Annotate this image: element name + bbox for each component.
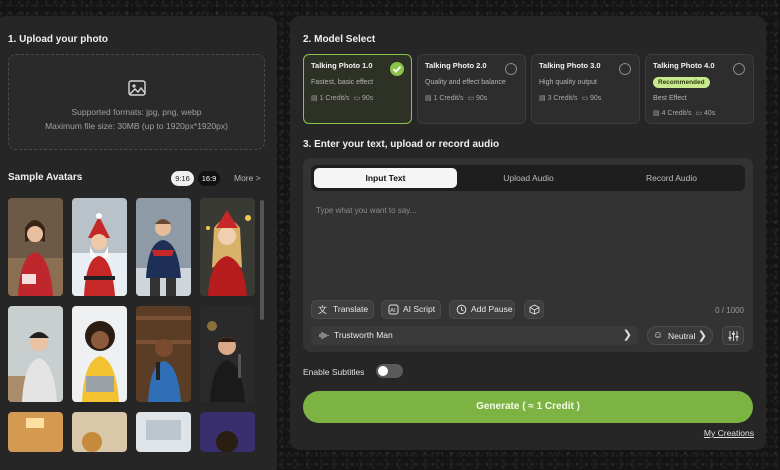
radio-button[interactable] <box>619 63 631 75</box>
svg-text:文: 文 <box>318 304 327 315</box>
avatar-scrollbar[interactable] <box>260 200 264 320</box>
upload-title: 1. Upload your photo <box>8 34 108 45</box>
my-creations-link[interactable]: My Creations <box>704 428 754 438</box>
subtitles-label: Enable Subtitles <box>303 367 365 377</box>
svg-text:AI: AI <box>390 308 396 314</box>
avatar-thumbnail[interactable] <box>8 412 63 452</box>
text-input-area: Input Text Upload Audio Record Audio Typ… <box>303 158 753 352</box>
video-icon: ▭ <box>353 95 361 102</box>
toggle-knob <box>378 366 388 376</box>
model-meta: ▤ 4 Credit/s ▭ 40s <box>653 109 715 117</box>
voice-settings-button[interactable] <box>722 326 744 345</box>
waveform-icon <box>319 332 329 339</box>
add-pause-label: Add Pause <box>471 304 513 314</box>
recommended-badge: Recommended <box>653 77 710 88</box>
avatar-thumbnail[interactable] <box>72 412 127 452</box>
more-avatars-link[interactable]: More > <box>234 173 261 183</box>
generate-button[interactable]: Generate ( ≈ 1 Credit ) <box>303 391 753 423</box>
ai-script-label: AI Script <box>403 304 436 314</box>
model-card-talking-photo-1[interactable]: Talking Photo 1.0 Fastest, basic effect … <box>303 54 412 124</box>
emotion-name: Neutral <box>668 331 696 341</box>
radio-button[interactable] <box>505 63 517 75</box>
model-credit: 3 Credit/s <box>547 95 578 102</box>
avatar-thumbnail[interactable] <box>136 412 191 452</box>
credit-icon: ▤ <box>653 110 660 117</box>
ratio-9-16-toggle[interactable]: 9:16 <box>171 171 194 186</box>
tab-upload-audio[interactable]: Upload Audio <box>457 168 600 188</box>
add-pause-button[interactable]: Add Pause <box>449 300 515 319</box>
video-icon: ▭ <box>581 95 589 102</box>
audio-section-title: 3. Enter your text, upload or record aud… <box>303 139 500 150</box>
ai-script-button[interactable]: AI AI Script <box>381 300 441 319</box>
upload-panel: 1. Upload your photo Supported formats: … <box>0 16 277 470</box>
model-meta: ▤ 3 Credit/s ▭ 90s <box>539 94 601 102</box>
audio-tabs: Input Text Upload Audio Record Audio <box>311 165 745 191</box>
character-counter: 0 / 1000 <box>715 306 744 315</box>
ratio-16-9-toggle[interactable]: 16:9 <box>198 171 220 186</box>
avatar-thumbnail[interactable] <box>8 198 63 296</box>
avatar-thumbnail[interactable] <box>72 198 127 296</box>
model-description: High quality output <box>539 79 597 86</box>
settings-panel: 2. Model Select Talking Photo 1.0 Fastes… <box>290 16 766 450</box>
subtitles-toggle[interactable] <box>376 364 403 378</box>
avatar-thumbnail[interactable] <box>136 306 191 402</box>
model-card-talking-photo-4[interactable]: Talking Photo 4.0 Recommended Best Effec… <box>645 54 754 124</box>
model-card-talking-photo-2[interactable]: Talking Photo 2.0 Quality and effect bal… <box>417 54 526 124</box>
chevron-right-icon: ❯ <box>622 329 632 341</box>
cube-button[interactable] <box>524 300 544 319</box>
model-select-title: 2. Model Select <box>303 34 376 45</box>
image-icon <box>128 80 146 96</box>
model-description: Quality and effect balance <box>425 79 506 86</box>
model-duration: 90s <box>362 95 374 102</box>
cube-icon <box>529 304 540 315</box>
model-duration: 90s <box>476 95 488 102</box>
avatar-thumbnail[interactable] <box>8 306 63 402</box>
smile-icon: ☺ <box>653 330 664 341</box>
upload-max-size: Maximum file size: 30MB (up to 1920px*19… <box>45 121 228 131</box>
avatar-thumbnail[interactable] <box>200 412 255 452</box>
check-icon <box>390 62 404 76</box>
model-name: Talking Photo 2.0 <box>425 61 487 70</box>
model-name: Talking Photo 1.0 <box>311 61 373 70</box>
model-meta: ▤ 1 Credit/s ▭ 90s <box>311 94 373 102</box>
credit-icon: ▤ <box>425 95 432 102</box>
model-name: Talking Photo 3.0 <box>539 61 601 70</box>
avatar-thumbnail[interactable] <box>200 198 255 296</box>
upload-dropzone[interactable]: Supported formats: jpg, png, webp Maximu… <box>8 54 265 150</box>
tab-record-audio[interactable]: Record Audio <box>600 168 743 188</box>
model-name: Talking Photo 4.0 <box>653 61 715 70</box>
translate-label: Translate <box>333 304 369 314</box>
video-icon: ▭ <box>695 110 703 117</box>
tab-input-text[interactable]: Input Text <box>314 168 457 188</box>
translate-icon: 文 <box>318 304 327 315</box>
upload-formats: Supported formats: jpg, png, webp <box>71 107 202 117</box>
model-credit: 1 Credit/s <box>319 95 350 102</box>
model-duration: 90s <box>590 95 602 102</box>
clock-icon <box>456 304 467 315</box>
avatar-thumbnail[interactable] <box>200 306 255 402</box>
voice-name: Trustworth Man <box>334 330 393 340</box>
avatar-thumbnail[interactable] <box>72 306 127 402</box>
model-duration: 40s <box>704 110 716 117</box>
emotion-select[interactable]: ☺ Neutral ❯ <box>647 326 713 345</box>
model-description: Fastest, basic effect <box>311 79 374 86</box>
model-credit: 4 Credit/s <box>661 110 692 117</box>
ai-icon: AI <box>388 304 399 315</box>
radio-button[interactable] <box>733 63 745 75</box>
avatar-thumbnail[interactable] <box>136 198 191 296</box>
sliders-icon <box>728 331 739 341</box>
model-credit: 1 Credit/s <box>433 95 464 102</box>
credit-icon: ▤ <box>539 95 546 102</box>
model-card-talking-photo-3[interactable]: Talking Photo 3.0 High quality output ▤ … <box>531 54 640 124</box>
chevron-right-icon: ❯ <box>697 330 707 342</box>
script-textarea[interactable]: Type what you want to say... <box>316 206 416 215</box>
video-icon: ▭ <box>467 95 475 102</box>
sample-avatars-title: Sample Avatars <box>8 172 83 183</box>
model-meta: ▤ 1 Credit/s ▭ 90s <box>425 94 487 102</box>
voice-select[interactable]: Trustworth Man ❯ <box>311 326 638 345</box>
model-description: Best Effect <box>653 95 687 102</box>
translate-button[interactable]: 文 Translate <box>311 300 374 319</box>
credit-icon: ▤ <box>311 95 318 102</box>
